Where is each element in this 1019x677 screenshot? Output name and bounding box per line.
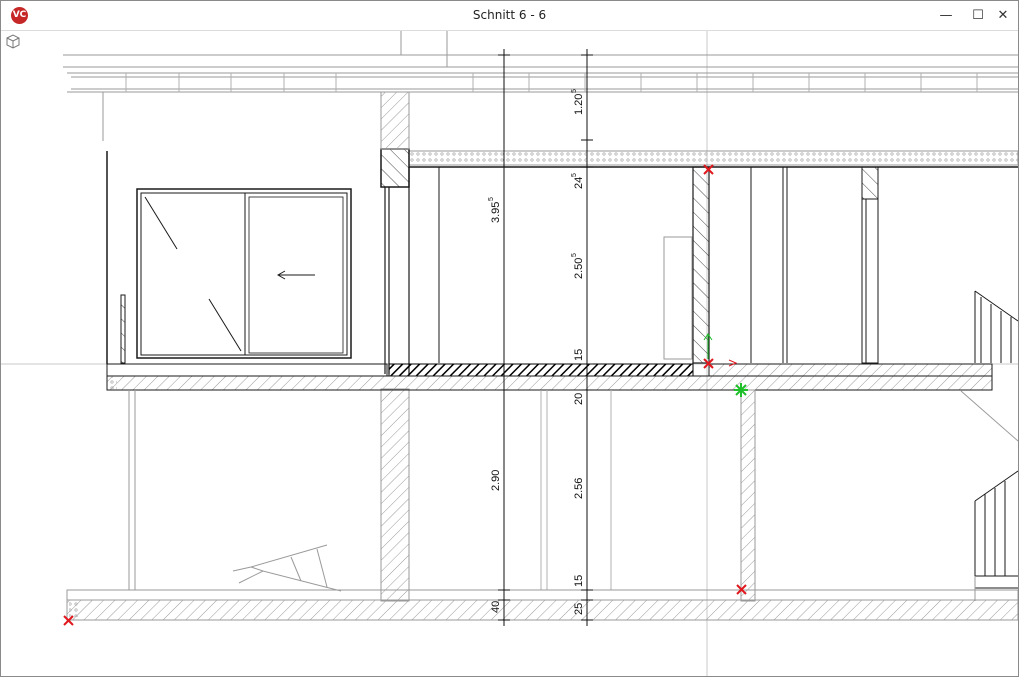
dim-left-lower: 2.90 — [490, 470, 502, 491]
dim-ceiling: 24 — [573, 177, 585, 189]
middle-floor-slab — [106, 363, 993, 391]
dim-roof: 1.20 — [573, 94, 585, 115]
upper-interior — [438, 166, 879, 364]
sliding-window — [136, 188, 352, 359]
left-exterior — [106, 151, 126, 364]
roof-structure — [63, 31, 1018, 141]
dim-floor-lower: 15 — [573, 575, 585, 587]
dim-ceiling-sup: 5 — [571, 173, 578, 177]
dim-slab: 20 — [573, 393, 585, 405]
dim-roof-sup: 5 — [571, 89, 578, 93]
drawing-canvas[interactable]: 3.95 5 2.90 40 1.20 5 24 5 2.50 5 15 20 … — [1, 31, 1018, 676]
staircase — [960, 290, 1018, 601]
dim-floor-upper: 15 — [573, 349, 585, 361]
lower-floor — [66, 389, 1018, 621]
dim-room-lower: 2.56 — [573, 478, 585, 499]
dimension-labels: 3.95 5 2.90 40 1.20 5 24 5 2.50 5 15 20 … — [488, 89, 585, 615]
dim-room-upper-sup: 5 — [571, 253, 578, 257]
cad-window: VC Schnitt 6 - 6 — ☐ ✕ 3.95 5 2.90 40 1.… — [0, 0, 1019, 677]
view-cube-icon[interactable] — [5, 33, 21, 49]
dim-room-upper: 2.50 — [573, 258, 585, 279]
section-drawing: 3.95 5 2.90 40 1.20 5 24 5 2.50 5 15 20 … — [1, 31, 1018, 676]
dim-left-base: 40 — [490, 601, 502, 613]
crosshair-lines — [1, 31, 1018, 676]
dim-left-upper-sup: 5 — [488, 197, 495, 201]
dim-base: 25 — [573, 603, 585, 615]
dimension-lines — [498, 49, 593, 626]
dim-left-upper: 3.95 — [490, 202, 502, 223]
snap-marker-green[interactable] — [734, 383, 748, 397]
